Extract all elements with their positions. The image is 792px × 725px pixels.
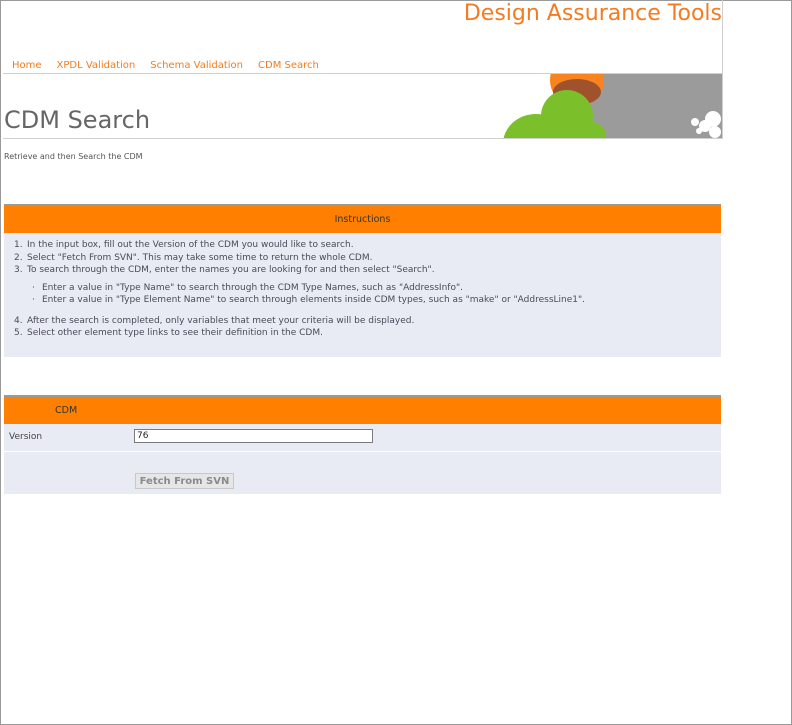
instructions-list-continued: 4. After the search is completed, only va… [4,315,721,340]
main-nav: Home XPDL Validation Schema Validation C… [12,60,319,71]
banner-decoration [503,74,722,138]
version-row: Version [4,424,721,452]
instruction-step: 2. Select "Fetch From SVN". This may take… [14,252,373,263]
nav-home-link[interactable]: Home [12,60,42,71]
page-title: CDM Search [4,106,151,134]
fetch-from-svn-button[interactable]: Fetch From SVN [135,473,234,489]
instructions-panel: Instructions 1. In the input box, fill ou… [4,204,721,357]
nav-xpdl-validation-link[interactable]: XPDL Validation [57,60,136,71]
instruction-step: 3. To search through the CDM, enter the n… [14,265,435,275]
instructions-body: 1. In the input box, fill out the Version… [4,233,721,357]
instruction-substep: · Enter a value in "Type Element Name" to… [32,295,586,305]
instruction-step: 5. Select other element type links to see… [14,328,323,338]
instructions-sublist: · Enter a value in "Type Name" to search … [4,282,721,307]
nav-schema-validation-link[interactable]: Schema Validation [150,60,243,71]
page-header: Design Assurance Tools Home XPDL Validat… [3,0,723,139]
site-title: Design Assurance Tools [463,1,722,26]
instruction-step: 4. After the search is completed, only va… [14,315,415,326]
version-input[interactable] [134,429,373,443]
instructions-heading: Instructions [4,206,721,233]
bullet-icon: · [32,295,35,305]
version-label: Version [9,432,43,442]
instructions-list: 1. In the input box, fill out the Version… [4,239,721,277]
cdm-heading: CDM [4,397,721,424]
fetch-row: Fetch From SVN [4,452,721,494]
nav-cdm-search-link[interactable]: CDM Search [258,60,319,71]
cdm-panel: CDM Version Fetch From SVN [4,395,721,494]
bullet-icon: · [32,282,35,293]
page-subtitle: Retrieve and then Search the CDM [4,152,143,161]
instruction-step: 1. In the input box, fill out the Version… [14,240,354,250]
instruction-substep: · Enter a value in "Type Name" to search … [32,282,463,293]
